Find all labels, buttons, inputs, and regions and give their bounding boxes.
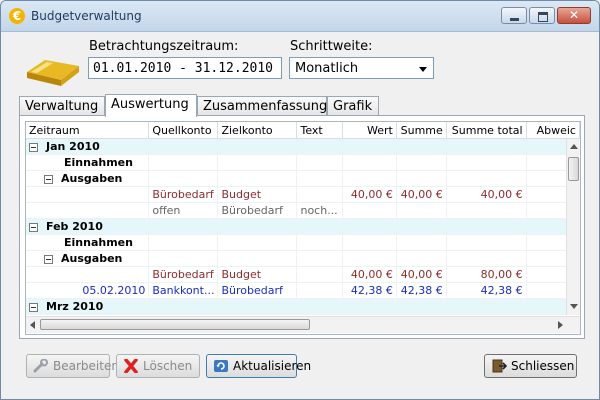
cell-sum: 40,00 € <box>396 266 447 283</box>
scroll-down-icon[interactable] <box>570 304 578 309</box>
horizontal-scroll-thumb[interactable] <box>40 319 310 330</box>
scroll-right-icon[interactable] <box>558 321 563 329</box>
chevron-down-icon <box>419 67 427 72</box>
table-row[interactable]: Feb 2010 <box>26 218 580 235</box>
cell-value: 40,00 € <box>342 186 397 203</box>
group-label: Ausgaben <box>61 252 123 265</box>
window-title: Budgetverwaltung <box>31 9 142 23</box>
refresh-button[interactable]: Aktualisieren <box>206 354 311 378</box>
month-label: Feb 2010 <box>46 220 103 233</box>
scroll-left-icon[interactable] <box>30 321 35 329</box>
cell-target: Bürobedarf <box>217 202 298 219</box>
close-window-button[interactable]: ✕ <box>557 7 591 24</box>
delete-button-label: Löschen <box>143 359 193 373</box>
tab-grafik[interactable]: Grafik <box>327 96 379 116</box>
evaluation-grid[interactable]: Zeitraum Quellkonto Zielkonto Text Wert … <box>25 121 581 335</box>
period-field[interactable]: 01.01.2010 - 31.12.2010 <box>88 57 282 79</box>
collapse-icon[interactable] <box>29 222 38 232</box>
cell-source: Bankkont... <box>148 282 219 299</box>
title-bar[interactable]: € Budgetverwaltung ✕ <box>1 1 599 32</box>
tab-verwaltung[interactable]: Verwaltung <box>19 96 105 116</box>
collapse-icon[interactable] <box>29 142 38 152</box>
col-header-wert[interactable]: Wert <box>342 122 397 139</box>
col-header-text[interactable]: Text <box>296 122 344 139</box>
col-header-summe[interactable]: Summe <box>396 122 447 139</box>
euro-icon: € <box>9 8 25 24</box>
cell-date: 05.02.2010 <box>26 282 150 299</box>
tab-auswertung[interactable]: Auswertung <box>105 94 197 117</box>
collapse-icon[interactable] <box>44 174 53 184</box>
close-button-label: Schliessen <box>511 359 575 373</box>
cell-total: 42,38 € <box>446 282 527 299</box>
table-row[interactable]: Einnahmen <box>26 234 580 251</box>
exit-door-icon <box>492 359 507 373</box>
step-select[interactable]: Monatlich <box>289 57 434 79</box>
vertical-scrollbar[interactable] <box>566 139 580 315</box>
minimize-button[interactable] <box>501 7 527 24</box>
maximize-button[interactable] <box>529 7 555 24</box>
table-row[interactable]: Mrz 2010 <box>26 298 580 315</box>
evaluation-table: Zeitraum Quellkonto Zielkonto Text Wert … <box>26 122 580 315</box>
table-row[interactable]: Ausgaben <box>26 170 580 187</box>
cell-sum: 40,00 € <box>396 186 447 203</box>
month-label: Mrz 2010 <box>46 300 104 313</box>
wrench-icon <box>33 359 48 373</box>
budget-window: € Budgetverwaltung ✕ Betrachtungszeitrau… <box>0 0 600 400</box>
col-header-zielkonto[interactable]: Zielkonto <box>217 122 298 139</box>
gold-bar-icon <box>27 60 79 86</box>
cell-value: 40,00 € <box>342 266 397 283</box>
edit-button-label: Bearbeiten <box>53 359 119 373</box>
refresh-button-label: Aktualisieren <box>233 359 312 373</box>
step-select-value: Monatlich <box>295 61 359 76</box>
table-row[interactable]: Bürobedarf Budget 40,00 € 40,00 € 40,00 … <box>26 186 580 203</box>
cell-text: noch... <box>296 202 344 219</box>
cell-sum: 42,38 € <box>396 282 447 299</box>
close-button[interactable]: Schliessen <box>484 354 577 378</box>
close-icon: ✕ <box>568 8 580 22</box>
cell-target: Budget <box>217 186 298 203</box>
tab-zusammenfassung[interactable]: Zusammenfassung <box>197 96 327 116</box>
cell-target: Budget <box>217 266 298 283</box>
collapse-icon[interactable] <box>44 254 53 264</box>
table-row[interactable]: Jan 2010 <box>26 138 580 155</box>
tab-panel: Zeitraum Quellkonto Zielkonto Text Wert … <box>19 115 585 339</box>
cell-target: Bürobedarf <box>217 282 298 299</box>
vertical-scroll-thumb[interactable] <box>568 157 579 181</box>
cell-source: Bürobedarf <box>148 186 219 203</box>
edit-button[interactable]: Bearbeiten <box>26 354 119 378</box>
table-row[interactable]: Einnahmen <box>26 154 580 171</box>
refresh-icon <box>214 360 228 372</box>
cell-total: 80,00 € <box>446 266 527 283</box>
collapse-icon[interactable] <box>29 302 38 312</box>
cell-source: Bürobedarf <box>148 266 219 283</box>
group-label: Ausgaben <box>61 172 123 185</box>
col-header-quellkonto[interactable]: Quellkonto <box>148 122 219 139</box>
table-row[interactable]: Ausgaben <box>26 250 580 267</box>
cell-value: 42,38 € <box>342 282 397 299</box>
scroll-up-icon[interactable] <box>570 144 578 149</box>
delete-icon <box>124 359 138 373</box>
step-label: Schrittweite: <box>290 39 373 54</box>
col-header-abweichung[interactable]: Abweic <box>526 122 580 139</box>
table-row[interactable]: Bürobedarf Budget 40,00 € 40,00 € 80,00 … <box>26 266 580 283</box>
table-row[interactable]: offen Bürobedarf noch... <box>26 202 580 219</box>
period-label: Betrachtungszeitraum: <box>89 39 239 54</box>
table-row[interactable]: 05.02.2010 Bankkont... Bürobedarf 42,38 … <box>26 282 580 299</box>
month-label: Jan 2010 <box>46 140 100 153</box>
group-label: Einnahmen <box>26 154 150 171</box>
horizontal-scrollbar[interactable] <box>26 316 580 333</box>
header-row: Zeitraum Quellkonto Zielkonto Text Wert … <box>26 122 580 139</box>
cell-total: 40,00 € <box>446 186 527 203</box>
col-header-summe-total[interactable]: Summe total <box>446 122 527 139</box>
group-label: Einnahmen <box>26 234 150 251</box>
col-header-zeitraum[interactable]: Zeitraum <box>26 122 150 139</box>
cell-source: offen <box>148 202 219 219</box>
selected-cell[interactable] <box>296 218 344 235</box>
delete-button[interactable]: Löschen <box>116 354 200 378</box>
